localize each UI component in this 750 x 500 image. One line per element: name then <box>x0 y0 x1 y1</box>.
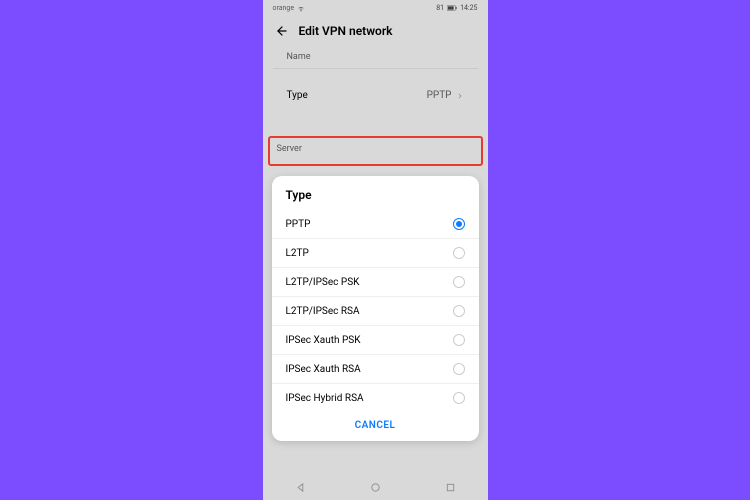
type-modal: Type PPTP L2TP L2TP/IPSec PSK L2TP/IPSec RS… <box>272 176 479 441</box>
type-option-label: IPSec Hybrid RSA <box>286 393 364 404</box>
carrier-text: orange <box>273 4 295 12</box>
back-arrow-icon[interactable] <box>275 24 289 38</box>
cancel-button[interactable]: CANCEL <box>272 412 479 441</box>
type-label: Type <box>287 90 308 101</box>
type-option[interactable]: IPSec Xauth PSK <box>272 326 479 355</box>
type-row[interactable]: Type PPTP <box>273 81 478 110</box>
type-option-label: IPSec Xauth RSA <box>286 364 361 375</box>
name-label: Name <box>287 52 464 62</box>
nav-back-icon[interactable] <box>295 482 306 493</box>
type-option[interactable]: L2TP/IPSec PSK <box>272 268 479 297</box>
type-option[interactable]: L2TP/IPSec RSA <box>272 297 479 326</box>
phone-frame: orange 81 14:25 Edit VPN network Name Ty… <box>263 0 488 500</box>
page-title: Edit VPN network <box>299 24 393 38</box>
type-option[interactable]: IPSec Xauth RSA <box>272 355 479 384</box>
modal-title: Type <box>272 184 479 210</box>
clock-text: 14:25 <box>460 4 477 12</box>
type-option-label: PPTP <box>286 219 311 230</box>
status-left: orange <box>273 4 306 12</box>
type-option-label: IPSec Xauth PSK <box>286 335 361 346</box>
type-value: PPTP <box>427 90 452 101</box>
header: Edit VPN network <box>263 16 488 44</box>
type-option-label: L2TP/IPSec PSK <box>286 277 360 288</box>
radio-icon <box>453 218 465 230</box>
radio-icon <box>453 276 465 288</box>
navigation-bar <box>263 474 488 500</box>
type-option[interactable]: PPTP <box>272 210 479 239</box>
type-value-wrap: PPTP <box>427 90 464 101</box>
status-bar: orange 81 14:25 <box>263 0 488 16</box>
wifi-icon <box>297 4 305 12</box>
nav-recent-icon[interactable] <box>445 482 456 493</box>
radio-icon <box>453 305 465 317</box>
type-option-label: L2TP <box>286 248 309 259</box>
battery-text: 81 <box>436 4 444 12</box>
nav-home-icon[interactable] <box>370 482 381 493</box>
server-label: Server <box>277 144 302 154</box>
radio-icon <box>453 392 465 404</box>
modal-options: PPTP L2TP L2TP/IPSec PSK L2TP/IPSec RSA IPSe… <box>272 210 479 412</box>
name-field[interactable]: Name <box>273 44 478 69</box>
status-right: 81 14:25 <box>436 4 477 12</box>
type-option[interactable]: L2TP <box>272 239 479 268</box>
radio-icon <box>453 247 465 259</box>
chevron-right-icon <box>456 92 464 100</box>
radio-icon <box>453 363 465 375</box>
type-option-label: L2TP/IPSec RSA <box>286 306 360 317</box>
radio-icon <box>453 334 465 346</box>
type-option[interactable]: IPSec Hybrid RSA <box>272 384 479 412</box>
battery-icon <box>447 5 457 11</box>
